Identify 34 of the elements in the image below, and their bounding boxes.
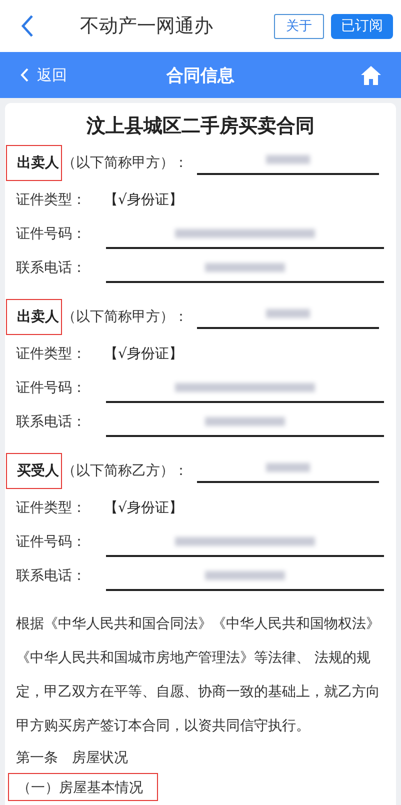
preamble-paragraph: 根据《中华人民共和国合同法》《中华人民共和国物权法》《中华人民共和国城市房地产管理法》等法律、 法规的规定，甲乙双方在平等、自愿、协商一致的基础上，就乙方向甲方购买房产签订本合同，以资共同信守执行。 xyxy=(16,615,381,736)
page-title: 合同信息 xyxy=(166,64,234,86)
field-label: 证件类型： xyxy=(16,191,86,210)
party-note: （以下简称甲方）： xyxy=(62,154,188,172)
redacted-value xyxy=(266,463,310,472)
id-type-value: 【√身份证】 xyxy=(104,499,183,518)
redacted-value xyxy=(266,309,310,318)
article-heading: 第一条 房屋状况 xyxy=(16,749,129,768)
field-label: 联系电话： xyxy=(16,413,86,432)
back-icon xyxy=(20,14,34,38)
app-title: 不动产一网通办 xyxy=(80,14,214,39)
back-link[interactable]: 返回 xyxy=(20,66,67,84)
field-label: 联系电话： xyxy=(16,567,86,586)
field-label: 联系电话： xyxy=(16,259,86,278)
party-role: 买受人 xyxy=(6,453,62,489)
field-label: 证件类型： xyxy=(16,345,86,364)
field-label: 证件号码： xyxy=(16,379,86,398)
party-role: 出卖人 xyxy=(6,299,62,335)
id-type-value: 【√身份证】 xyxy=(104,345,183,364)
field-label: 证件号码： xyxy=(16,533,86,552)
subsection-heading: （一）房屋基本情况 xyxy=(8,773,158,801)
party-note: （以下简称甲方）： xyxy=(62,308,188,326)
back-button[interactable] xyxy=(20,14,34,38)
about-button[interactable]: 关于 xyxy=(274,14,324,38)
field-label: 证件号码： xyxy=(16,225,86,244)
redacted-value xyxy=(266,155,310,164)
contract-title: 汶上县城区二手房买卖合同 xyxy=(85,114,316,139)
id-type-value: 【√身份证】 xyxy=(104,191,183,210)
chevron-left-icon xyxy=(20,68,29,82)
party-note: （以下简称乙方）： xyxy=(62,462,188,480)
subscribed-button[interactable]: 已订阅 xyxy=(331,14,393,38)
home-icon[interactable] xyxy=(361,66,381,84)
party-role: 出卖人 xyxy=(6,145,62,181)
field-label: 证件类型： xyxy=(16,499,86,518)
